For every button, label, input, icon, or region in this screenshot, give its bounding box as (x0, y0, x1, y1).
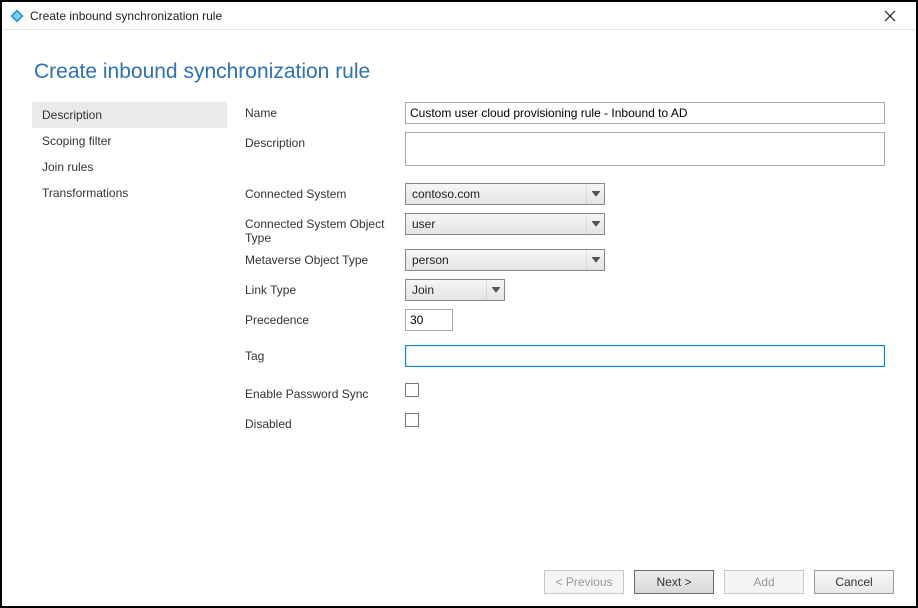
disabled-checkbox[interactable] (405, 413, 419, 427)
connected-system-select[interactable]: contoso.com (405, 183, 605, 205)
sidebar-item-label: Join rules (42, 160, 93, 174)
metaverse-object-type-select[interactable]: person (405, 249, 605, 271)
label-metaverse-object-type: Metaverse Object Type (245, 249, 405, 267)
precedence-input[interactable] (405, 309, 453, 331)
label-tag: Tag (245, 345, 405, 363)
form-area: Name Description Connected System contos… (227, 102, 886, 443)
chevron-down-icon (586, 250, 604, 270)
label-disabled: Disabled (245, 413, 405, 431)
wizard-footer: < Previous Next > Add Cancel (2, 558, 916, 606)
label-connected-system-object-type: Connected System Object Type (245, 213, 405, 245)
link-type-select[interactable]: Join (405, 279, 505, 301)
label-description: Description (245, 132, 405, 150)
previous-button[interactable]: < Previous (544, 570, 624, 594)
app-icon (10, 9, 24, 23)
label-connected-system: Connected System (245, 183, 405, 201)
window-title: Create inbound synchronization rule (30, 9, 222, 23)
add-button[interactable]: Add (724, 570, 804, 594)
chevron-down-icon (486, 280, 504, 300)
window-close-button[interactable] (870, 3, 910, 29)
next-button[interactable]: Next > (634, 570, 714, 594)
sidebar-item-description[interactable]: Description (32, 102, 227, 128)
chevron-down-icon (586, 214, 604, 234)
description-input[interactable] (405, 132, 885, 166)
name-input[interactable] (405, 102, 885, 124)
connected-system-object-type-select[interactable]: user (405, 213, 605, 235)
label-enable-password-sync: Enable Password Sync (245, 383, 405, 401)
link-type-value: Join (412, 283, 486, 297)
sidebar-item-transformations[interactable]: Transformations (32, 180, 227, 206)
tag-input[interactable] (405, 345, 885, 367)
close-icon (884, 10, 896, 22)
page-title: Create inbound synchronization rule (34, 60, 886, 84)
connected-system-value: contoso.com (412, 187, 586, 201)
title-bar: Create inbound synchronization rule (2, 2, 916, 30)
metaverse-object-type-value: person (412, 253, 586, 267)
label-precedence: Precedence (245, 309, 405, 327)
content-area: Create inbound synchronization rule Desc… (2, 30, 916, 558)
label-name: Name (245, 102, 405, 120)
label-link-type: Link Type (245, 279, 405, 297)
connected-system-object-type-value: user (412, 217, 586, 231)
enable-password-sync-checkbox[interactable] (405, 383, 419, 397)
sidebar-item-join-rules[interactable]: Join rules (32, 154, 227, 180)
sidebar-item-scoping-filter[interactable]: Scoping filter (32, 128, 227, 154)
wizard-sidebar: Description Scoping filter Join rules Tr… (32, 102, 227, 443)
chevron-down-icon (586, 184, 604, 204)
sidebar-item-label: Scoping filter (42, 134, 111, 148)
cancel-button[interactable]: Cancel (814, 570, 894, 594)
sidebar-item-label: Transformations (42, 186, 128, 200)
sidebar-item-label: Description (42, 108, 102, 122)
